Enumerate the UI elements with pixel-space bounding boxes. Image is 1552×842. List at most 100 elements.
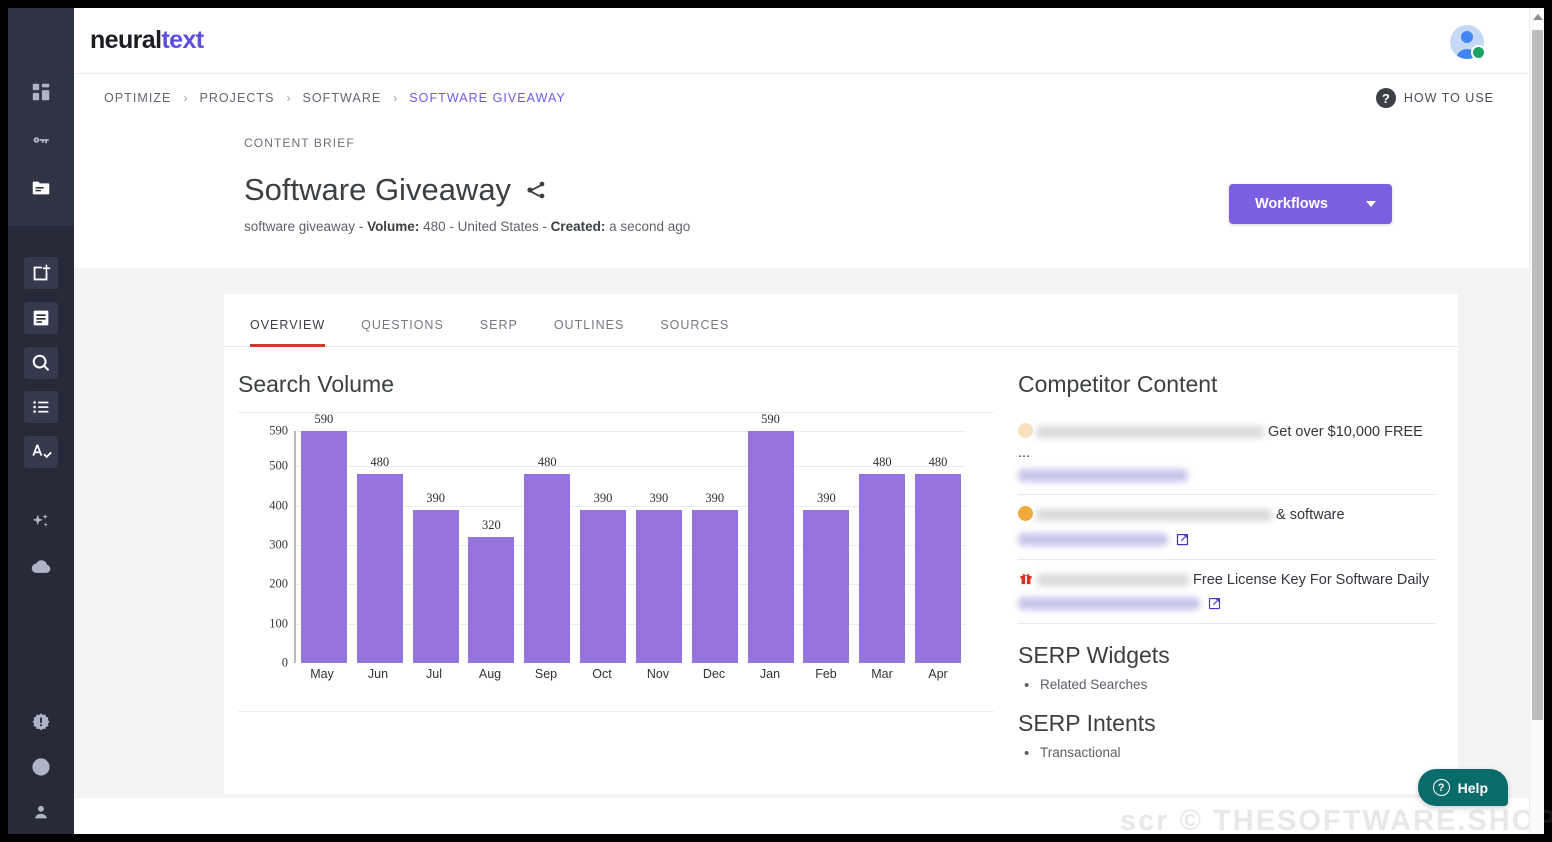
avatar[interactable]: [1450, 25, 1486, 60]
breadcrumb-item-optimize[interactable]: OPTIMIZE: [104, 91, 171, 105]
search-button[interactable]: [24, 346, 58, 379]
sidebar-item-account[interactable]: [8, 789, 74, 834]
new-document-icon: [33, 264, 51, 281]
chart-bar[interactable]: [747, 431, 794, 663]
chart-bar[interactable]: [356, 474, 403, 663]
chart-bar-value-label: 590: [314, 412, 334, 426]
sidebar-top-group: [8, 8, 74, 226]
chart-bar-value-label: 590: [761, 412, 780, 426]
competitor-item[interactable]: & software: [1018, 495, 1436, 560]
chart-bar[interactable]: [691, 509, 738, 663]
breadcrumb-separator: ›: [286, 91, 291, 105]
scroll-up-arrow-icon[interactable]: [1533, 14, 1543, 20]
app-sidebar: [8, 8, 74, 834]
chart-bar[interactable]: [300, 431, 347, 663]
competitor-title: Get over $10,000 FREE ...: [1018, 422, 1436, 463]
chart-x-tick: Sep: [534, 667, 558, 681]
chevron-down-icon: [1366, 201, 1376, 207]
breadcrumb-item-software[interactable]: SOFTWARE: [303, 91, 382, 105]
tab-serp[interactable]: SERP: [462, 318, 536, 346]
sidebar-item-ai-tools[interactable]: [8, 499, 74, 544]
sidebar-item-spellcheck[interactable]: [8, 430, 74, 475]
chart-bar[interactable]: [524, 474, 571, 663]
tab-bar: OVERVIEW QUESTIONS SERP OUTLINES SOURCES: [224, 294, 1458, 347]
workflows-button[interactable]: Workflows: [1228, 184, 1392, 224]
redacted-text: [1036, 509, 1272, 522]
sidebar-item-dashboard[interactable]: [8, 68, 74, 116]
help-circle-icon: [32, 758, 50, 776]
chart-bar-slot: 480: [352, 431, 408, 663]
chart-y-tick: 300: [269, 537, 288, 552]
page-scrollbar[interactable]: [1529, 8, 1544, 834]
help-widget-button[interactable]: ? Help: [1417, 769, 1508, 806]
chart-bar[interactable]: [468, 537, 515, 663]
spellcheck-button[interactable]: [24, 436, 58, 469]
breadcrumb-item-projects[interactable]: PROJECTS: [199, 91, 274, 105]
avatar-head: [1461, 31, 1473, 43]
sidebar-item-projects[interactable]: [8, 164, 74, 212]
competitor-item[interactable]: Free License Key For Software Daily: [1018, 560, 1436, 625]
breadcrumb-separator: ›: [393, 91, 398, 105]
sidebar-item-help[interactable]: [8, 744, 74, 789]
chart-x-tick: Feb: [815, 667, 837, 681]
key-icon: [33, 137, 49, 144]
search-volume-column: Search Volume 0 100 200 300 400 500 590 590 480…: [224, 365, 994, 768]
meta-sep-2: -: [445, 219, 458, 234]
account-icon: [35, 805, 47, 819]
serp-intents-heading: SERP Intents: [1018, 710, 1156, 737]
chart-bar[interactable]: [412, 509, 459, 663]
chart-bar-value-label: 480: [370, 455, 390, 470]
chart-bar[interactable]: [635, 509, 682, 663]
workflows-dropdown-toggle[interactable]: [1350, 184, 1392, 224]
app-logo[interactable]: neuraltext: [90, 26, 204, 55]
list-item: Related Searches: [1024, 677, 1436, 694]
competitor-title: Free License Key For Software Daily: [1018, 570, 1436, 591]
chart-bar-slot: 480: [854, 431, 910, 663]
competitor-title: & software: [1018, 505, 1436, 526]
competitor-content-heading: Competitor Content: [1018, 371, 1218, 397]
external-link-icon[interactable]: [1207, 596, 1222, 611]
list-icon: [33, 401, 49, 414]
logo-text-secondary: text: [161, 26, 204, 54]
tab-questions[interactable]: QUESTIONS: [343, 318, 462, 346]
chart-x-tick: Apr: [928, 667, 948, 681]
sidebar-item-new-document[interactable]: [8, 250, 74, 295]
chart-bar[interactable]: [580, 509, 627, 663]
competitor-item[interactable]: Get over $10,000 FREE ...: [1018, 412, 1436, 496]
scrollbar-thumb[interactable]: [1532, 30, 1543, 720]
chart-bar[interactable]: [803, 509, 850, 663]
tab-overview[interactable]: OVERVIEW: [250, 318, 343, 347]
dashboard-icon: [32, 83, 50, 101]
tab-outlines[interactable]: OUTLINES: [536, 318, 643, 346]
external-link-icon[interactable]: [1175, 532, 1190, 547]
sidebar-item-documents[interactable]: [8, 295, 74, 340]
chart-bar[interactable]: [859, 474, 906, 663]
how-to-use-link[interactable]: ? HOW TO USE: [1375, 88, 1494, 108]
sidebar-item-cloud[interactable]: [8, 544, 74, 589]
chart-bar[interactable]: [915, 474, 962, 663]
share-icon[interactable]: [525, 179, 547, 201]
sidebar-item-alerts[interactable]: [8, 699, 74, 744]
tab-sources[interactable]: SOURCES: [642, 318, 747, 346]
sidebar-item-list[interactable]: [8, 385, 74, 430]
redacted-url: [1018, 597, 1200, 611]
chart-bar-value-label: 480: [872, 455, 892, 470]
chart-y-tick: 590: [269, 423, 288, 438]
sidebar-item-search[interactable]: [8, 340, 74, 385]
breadcrumb-separator: ›: [183, 91, 188, 105]
new-document-button[interactable]: [24, 256, 58, 289]
chart-bar-value-label: 390: [593, 490, 613, 505]
list-item: Transactional: [1024, 745, 1436, 762]
favicon-icon: [1018, 506, 1033, 522]
competitor-column: Competitor Content Get over $10,000 FREE…: [994, 365, 1458, 768]
sidebar-item-keywords[interactable]: [8, 116, 74, 164]
app-topbar: neuraltext: [74, 8, 1530, 74]
chart-bar-value-label: 390: [426, 490, 445, 505]
breadcrumb-item-software-giveaway[interactable]: SOFTWARE GIVEAWAY: [409, 91, 566, 105]
list-button[interactable]: [24, 391, 58, 424]
breadcrumb: OPTIMIZE › PROJECTS › SOFTWARE › SOFTWAR…: [104, 91, 566, 105]
screenshot-root: neuraltext OPTIMIZE › PROJECTS › SOFTWAR…: [0, 0, 1552, 842]
cloud-icon: [31, 559, 51, 573]
documents-button[interactable]: [24, 301, 58, 334]
chart-x-tick: Aug: [478, 667, 502, 681]
